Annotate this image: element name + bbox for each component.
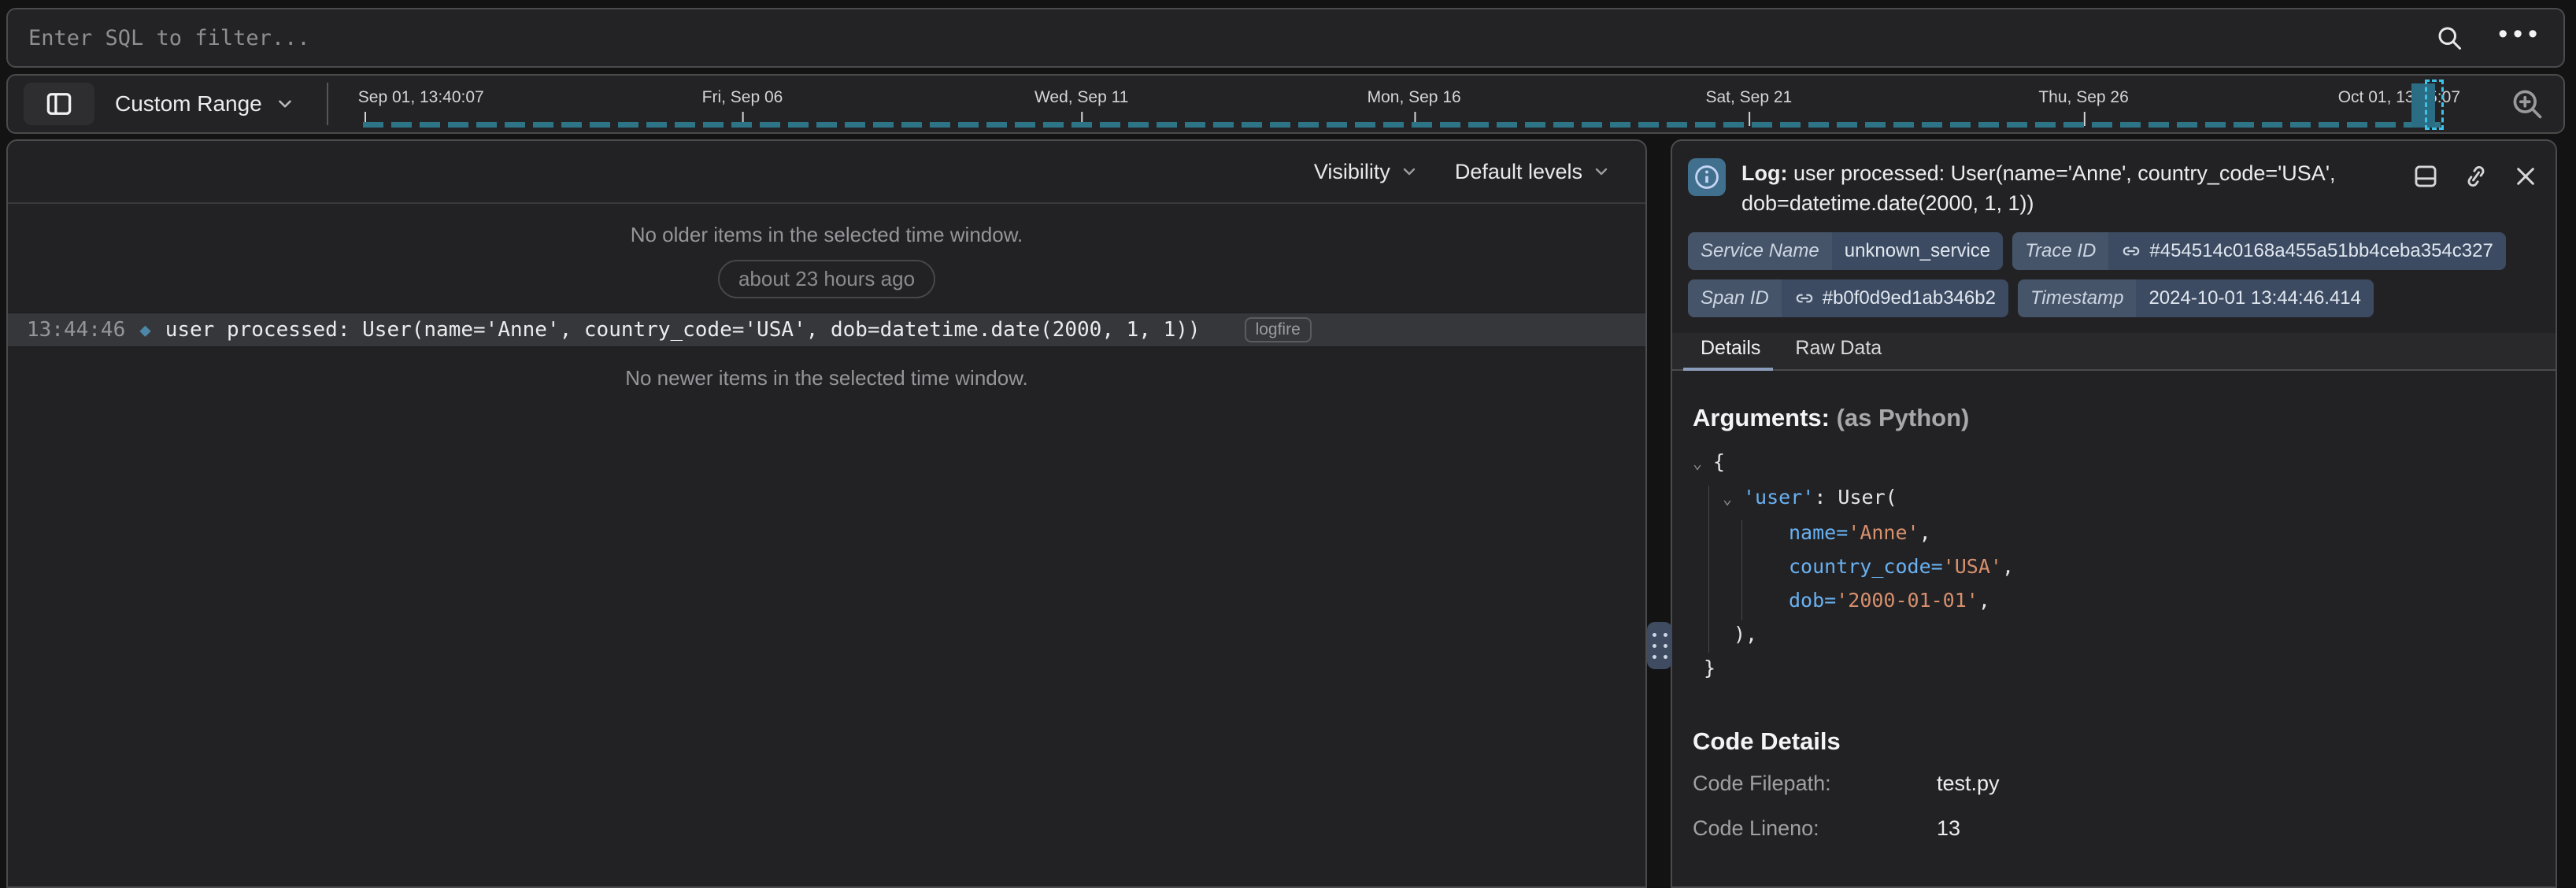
default-levels-dropdown[interactable]: Default levels — [1455, 160, 1611, 184]
more-menu-icon[interactable]: ••• — [2498, 20, 2543, 55]
timeline-day-label: Sat, Sep 21 — [1705, 88, 1792, 107]
no-older-items-text: No older items in the selected time wind… — [8, 223, 1645, 247]
collapse-chevron-icon[interactable]: ⌄ — [1723, 482, 1743, 516]
log-row[interactable]: 13:44:46 ◆ user processed: User(name='An… — [8, 313, 1645, 347]
sidebar-toggle-button[interactable] — [24, 83, 94, 125]
timeline-day-label: Fri, Sep 06 — [702, 88, 783, 107]
log-tag-chip[interactable]: logfire — [1245, 317, 1312, 342]
sql-filter-bar: ••• — [6, 8, 2565, 68]
tab-raw-data[interactable]: Raw Data — [1778, 337, 1899, 369]
code-line: country_code='USA', — [1693, 549, 2535, 583]
arguments-python-tree: ⌄{ ⌄'user': User( name='Anne', country_c… — [1693, 445, 2535, 685]
detail-tabs: Details Raw Data — [1672, 333, 2556, 371]
main-area: Visibility Default levels No older items… — [6, 139, 2557, 885]
tab-details[interactable]: Details — [1683, 337, 1778, 369]
indent-guide — [1708, 486, 1709, 653]
code-line: ⌄'user': User( — [1693, 480, 2535, 516]
code-line: ⌄{ — [1693, 445, 2535, 480]
visibility-dropdown[interactable]: Visibility — [1314, 160, 1419, 184]
time-range-bar: Custom Range Sep 01, 13:40:07 Fri, Sep 0… — [6, 74, 2565, 134]
link-icon — [2121, 241, 2141, 261]
timeline-day-label: Thu, Sep 26 — [2038, 88, 2128, 107]
code-details-heading: Code Details — [1693, 727, 2535, 756]
timeline-start-label: Sep 01, 13:40:07 — [358, 88, 484, 107]
chevron-down-icon — [1400, 162, 1419, 181]
detail-header: Log: user processed: User(name='Anne', c… — [1672, 141, 2556, 218]
link-icon — [1794, 288, 1815, 309]
span-id-badge[interactable]: Span ID #b0f0d9ed1ab346b2 — [1688, 279, 2008, 317]
chevron-down-icon — [1592, 162, 1611, 181]
code-filepath-value: test.py — [1937, 771, 2535, 796]
timeline-day-label: Wed, Sep 11 — [1034, 88, 1128, 107]
code-lineno-value: 13 — [1937, 816, 2535, 841]
log-list-panel: Visibility Default levels No older items… — [6, 139, 1647, 888]
time-range-dropdown[interactable]: Custom Range — [115, 91, 295, 117]
timeline-day-label: Mon, Sep 16 — [1368, 88, 1461, 107]
search-icon[interactable] — [2435, 24, 2463, 52]
indent-guide — [1741, 520, 1742, 620]
trace-id-badge[interactable]: Trace ID #454514c0168a455a51bb4ceba354c3… — [2012, 232, 2506, 270]
no-newer-items-text: No newer items in the selected time wind… — [8, 366, 1645, 390]
code-line: } — [1693, 651, 2535, 685]
code-line: ), — [1693, 617, 2535, 651]
log-message: user processed: User(name='Anne', countr… — [165, 318, 1201, 342]
panel-resize-handle[interactable] — [1647, 622, 1672, 669]
log-list-header: Visibility Default levels — [8, 141, 1645, 204]
relative-time-badge: about 23 hours ago — [718, 260, 935, 298]
sql-filter-input[interactable] — [28, 26, 2435, 50]
detail-title: Log: user processed: User(name='Anne', c… — [1741, 158, 2412, 218]
attributes-heading: Attributes — [1725, 885, 1840, 888]
copy-link-icon[interactable] — [2463, 163, 2489, 190]
close-icon[interactable] — [2513, 164, 2538, 189]
arguments-heading: Arguments: (as Python) — [1693, 404, 2535, 432]
zoom-in-button[interactable] — [2505, 82, 2549, 126]
time-range-label: Custom Range — [115, 91, 262, 117]
timeline-activity-line — [363, 122, 2441, 128]
service-name-badge: Service Name unknown_service — [1688, 232, 2003, 270]
detail-badges: Service Name unknown_service Trace ID #4… — [1672, 218, 2556, 317]
code-lineno-label: Code Lineno: — [1693, 816, 1937, 841]
code-line: name='Anne', — [1693, 516, 2535, 549]
code-line: dob='2000-01-01', — [1693, 583, 2535, 617]
dock-panel-icon[interactable] — [2412, 163, 2439, 190]
log-level-diamond-icon: ◆ — [139, 319, 150, 341]
chevron-down-icon — [275, 94, 295, 114]
divider — [327, 83, 328, 125]
code-details-table: Code Filepath: test.py Code Lineno: 13 — [1693, 771, 2535, 841]
code-filepath-label: Code Filepath: — [1693, 771, 1937, 796]
attributes-section-toggle[interactable]: ❯ Attributes — [1693, 885, 2535, 888]
log-detail-panel: Log: user processed: User(name='Anne', c… — [1671, 139, 2557, 888]
collapse-chevron-icon[interactable]: ⌄ — [1693, 446, 1713, 480]
timestamp-badge: Timestamp 2024-10-01 13:44:46.414 — [2018, 279, 2374, 317]
timeline-selection-window[interactable] — [2425, 80, 2444, 130]
log-time: 13:44:46 — [27, 318, 125, 342]
info-icon — [1688, 158, 1726, 196]
timeline-canvas[interactable]: Sep 01, 13:40:07 Fri, Sep 06 Wed, Sep 11… — [341, 76, 2500, 132]
